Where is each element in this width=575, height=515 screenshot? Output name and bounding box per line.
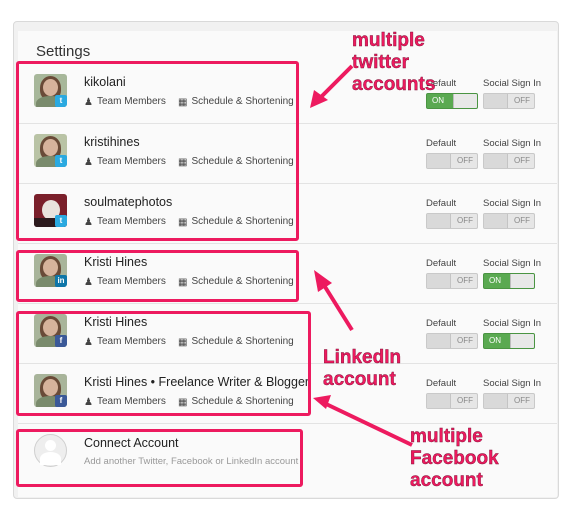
- twitter-highlight-box: [16, 61, 299, 241]
- social-sign-in-label: Social Sign In: [483, 198, 542, 209]
- default-toggle[interactable]: OFF: [426, 213, 478, 229]
- default-toggle[interactable]: OFF: [426, 393, 478, 409]
- default-label: Default: [426, 318, 457, 329]
- social-sign-in-toggle[interactable]: OFF: [483, 93, 535, 109]
- linkedin-highlight-box: [16, 250, 299, 302]
- default-toggle[interactable]: OFF: [426, 273, 478, 289]
- linkedin-annotation: LinkedIn account: [323, 347, 402, 390]
- social-sign-in-label: Social Sign In: [483, 378, 542, 389]
- social-sign-in-label: Social Sign In: [483, 78, 542, 89]
- social-sign-in-toggle[interactable]: OFF: [483, 153, 535, 169]
- social-sign-in-toggle[interactable]: OFF: [483, 393, 535, 409]
- social-sign-in-label: Social Sign In: [483, 258, 542, 269]
- facebook-annotation: multiple Facebook account: [410, 426, 499, 491]
- default-toggle[interactable]: OFF: [426, 153, 478, 169]
- social-sign-in-toggle[interactable]: ON: [483, 273, 535, 289]
- default-label: Default: [426, 138, 457, 149]
- social-sign-in-toggle[interactable]: OFF: [483, 213, 535, 229]
- default-label: Default: [426, 258, 457, 269]
- connect-highlight-box: [16, 429, 303, 487]
- social-sign-in-label: Social Sign In: [483, 138, 542, 149]
- default-label: Default: [426, 198, 457, 209]
- facebook-highlight-box: [16, 311, 311, 416]
- twitter-annotation: multiple twitter accounts: [352, 30, 436, 95]
- page-title: Settings: [36, 43, 91, 60]
- social-sign-in-label: Social Sign In: [483, 318, 542, 329]
- social-sign-in-toggle[interactable]: ON: [483, 333, 535, 349]
